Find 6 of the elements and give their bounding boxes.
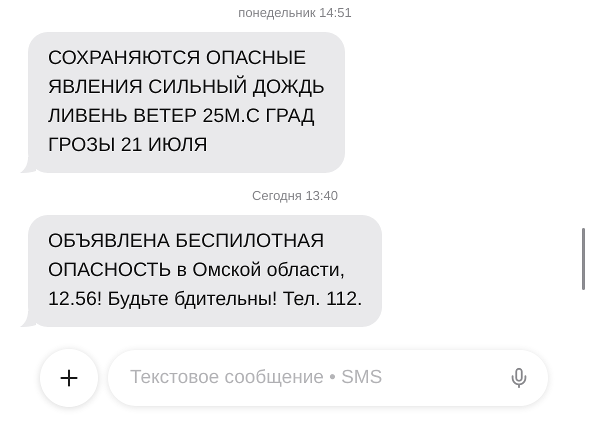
message-bubble: ОБЪЯВЛЕНА БЕСПИЛОТНАЯ ОПАСНОСТЬ в Омской области, 12.56! Будьте бдительны! Тел. 112. xyxy=(28,215,382,327)
timestamp: Сегодня 13:40 xyxy=(252,187,338,205)
scrollbar xyxy=(582,228,585,290)
message-bubble: СОХРАНЯЮТСЯ ОПАСНЫЕ ЯВЛЕНИЯ СИЛЬНЫЙ ДОЖДЬ ЛИВЕНЬ ВЕТЕР 25М.С ГРАД ГРОЗЫ 21 ИЮЛЯ xyxy=(28,32,345,173)
message-field[interactable]: Текстовое сообщение • SMS xyxy=(108,350,548,406)
timestamp: понедельник 14:51 xyxy=(238,4,352,22)
